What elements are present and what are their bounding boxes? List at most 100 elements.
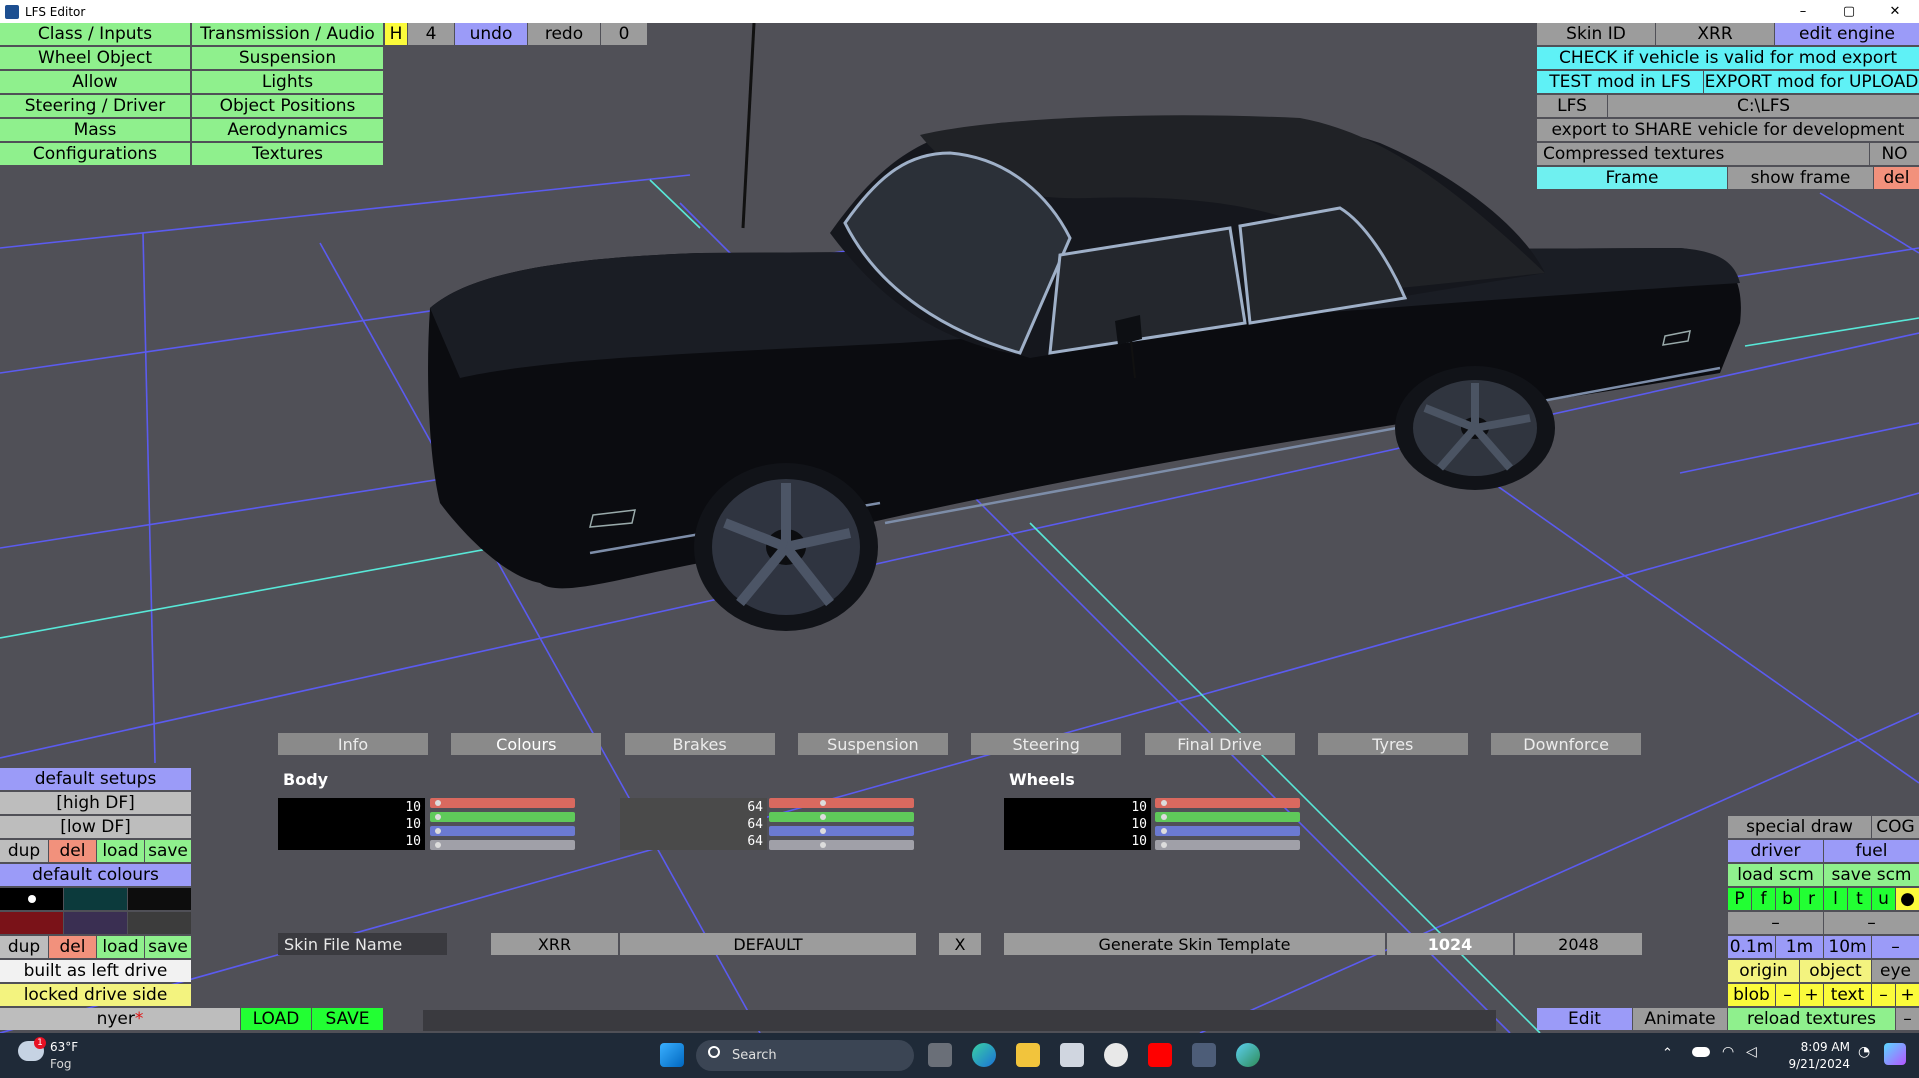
skin-file-name-field[interactable]: Skin File Name: [278, 933, 447, 955]
view-letter-dot[interactable]: ●: [1896, 888, 1919, 910]
clock-date[interactable]: 9/21/2024: [1766, 1057, 1850, 1071]
step-10m-button[interactable]: 10m: [1824, 936, 1871, 958]
special-draw-button[interactable]: special draw: [1728, 816, 1871, 838]
colour-slider[interactable]: [769, 812, 914, 822]
colour-slider[interactable]: [769, 798, 914, 808]
view-letter-r[interactable]: r: [1800, 888, 1823, 910]
colour-swatch[interactable]: [128, 912, 191, 934]
compressed-textures-label[interactable]: Compressed textures: [1537, 143, 1869, 165]
frame-button[interactable]: Frame: [1537, 167, 1727, 189]
colour-slider[interactable]: [430, 798, 575, 808]
menu-item-aerodynamics[interactable]: Aerodynamics: [192, 119, 383, 141]
slider-knob[interactable]: [1161, 800, 1167, 806]
menu-item-textures[interactable]: Textures: [192, 143, 383, 165]
setup-load-button[interactable]: load: [97, 840, 144, 862]
step-1m-button[interactable]: 1m: [1776, 936, 1823, 958]
view-letter-u[interactable]: u: [1872, 888, 1895, 910]
text-plus-button[interactable]: +: [1896, 984, 1919, 1006]
locked-drive-side-button[interactable]: locked drive side: [0, 984, 191, 1006]
minimize-button[interactable]: –: [1780, 0, 1826, 23]
origin-button[interactable]: origin: [1728, 960, 1799, 982]
text-button[interactable]: text: [1824, 984, 1871, 1006]
lfs-editor-taskbar-icon[interactable]: [1192, 1043, 1216, 1067]
cog-button[interactable]: COG: [1872, 816, 1919, 838]
low-df-setup[interactable]: [low DF]: [0, 816, 191, 838]
menu-item-suspension[interactable]: Suspension: [192, 47, 383, 69]
colour-load-button[interactable]: load: [97, 936, 144, 958]
resolution-1024-button[interactable]: 1024: [1387, 933, 1513, 955]
slider-knob[interactable]: [820, 814, 826, 820]
built-as-left-drive-button[interactable]: built as left drive: [0, 960, 191, 982]
reload-textures-button[interactable]: reload textures: [1728, 1008, 1895, 1030]
maximize-button[interactable]: ▢: [1826, 0, 1872, 23]
menu-item-lights[interactable]: Lights: [192, 71, 383, 93]
colour-slider[interactable]: [1155, 840, 1300, 850]
colour-slider[interactable]: [769, 826, 914, 836]
task-view-icon[interactable]: [928, 1043, 952, 1067]
slider-knob[interactable]: [820, 800, 826, 806]
skin-default-button[interactable]: DEFAULT: [620, 933, 916, 955]
slider-knob[interactable]: [1161, 814, 1167, 820]
colour-save-button[interactable]: save: [145, 936, 191, 958]
save-vehicle-button[interactable]: SAVE: [312, 1008, 383, 1030]
test-mod-button[interactable]: TEST mod in LFS: [1537, 71, 1703, 93]
slider-knob[interactable]: [1161, 842, 1167, 848]
zero-button[interactable]: 0: [601, 23, 647, 45]
setup-save-button[interactable]: save: [145, 840, 191, 862]
alien-app-icon[interactable]: [1104, 1043, 1128, 1067]
colour-slider[interactable]: [430, 812, 575, 822]
edit-engine-button[interactable]: edit engine: [1775, 23, 1919, 45]
redo-button[interactable]: redo: [528, 23, 600, 45]
notification-bell-icon[interactable]: ◔: [1858, 1044, 1870, 1060]
colour-slider[interactable]: [430, 840, 575, 850]
menu-item-wheel-object[interactable]: Wheel Object: [0, 47, 190, 69]
3d-viewport[interactable]: Class / Inputs Wheel Object Allow Steering …: [0, 23, 1919, 1033]
h-toggle[interactable]: H: [385, 23, 407, 45]
load-vehicle-button[interactable]: LOAD: [241, 1008, 311, 1030]
fuel-button[interactable]: fuel: [1824, 840, 1919, 862]
colour-swatch[interactable]: [64, 888, 127, 910]
step-0.1m-button[interactable]: 0.1m: [1728, 936, 1775, 958]
menu-item-object-positions[interactable]: Object Positions: [192, 95, 383, 117]
export-share-button[interactable]: export to SHARE vehicle for development: [1537, 119, 1919, 141]
browser-icon[interactable]: [1236, 1043, 1260, 1067]
menu-item-allow[interactable]: Allow: [0, 71, 190, 93]
menu-item-configurations[interactable]: Configurations: [0, 143, 190, 165]
file-explorer-icon[interactable]: [1016, 1043, 1040, 1067]
view-letter-l[interactable]: l: [1824, 888, 1847, 910]
high-df-setup[interactable]: [high DF]: [0, 792, 191, 814]
text-minus-button[interactable]: –: [1872, 984, 1895, 1006]
slider-knob[interactable]: [435, 814, 441, 820]
skin-xrr-button[interactable]: XRR: [491, 933, 618, 955]
animate-mode-button[interactable]: Animate: [1633, 1008, 1727, 1030]
object-button[interactable]: object: [1800, 960, 1871, 982]
colour-slider[interactable]: [430, 826, 575, 836]
tab-final-drive[interactable]: Final Drive: [1144, 733, 1295, 755]
onedrive-icon[interactable]: [1692, 1047, 1710, 1057]
edit-mode-button[interactable]: Edit: [1537, 1008, 1632, 1030]
tab-colours[interactable]: Colours: [451, 733, 602, 755]
save-scm-button[interactable]: save scm: [1824, 864, 1919, 886]
driver-button[interactable]: driver: [1728, 840, 1823, 862]
menu-item-mass[interactable]: Mass: [0, 119, 190, 141]
youtube-icon[interactable]: [1148, 1043, 1172, 1067]
view-letter-b[interactable]: b: [1776, 888, 1799, 910]
tab-brakes[interactable]: Brakes: [624, 733, 775, 755]
minus-right-button[interactable]: –: [1824, 912, 1919, 934]
colour-swatch[interactable]: [0, 888, 63, 910]
counter-value[interactable]: 4: [408, 23, 454, 45]
export-mod-button[interactable]: EXPORT mod for UPLOAD: [1704, 71, 1919, 93]
step-minus-button[interactable]: –: [1872, 936, 1919, 958]
tab-downforce[interactable]: Downforce: [1491, 733, 1642, 755]
setup-del-button[interactable]: del: [49, 840, 96, 862]
reload-minus-button[interactable]: –: [1896, 1008, 1919, 1030]
taskbar-search[interactable]: Search: [696, 1040, 914, 1071]
generate-skin-template-button[interactable]: Generate Skin Template: [1004, 933, 1385, 955]
colour-swatch[interactable]: [64, 912, 127, 934]
menu-item-steering-driver[interactable]: Steering / Driver: [0, 95, 190, 117]
edge-icon[interactable]: [972, 1043, 996, 1067]
colour-slider[interactable]: [1155, 826, 1300, 836]
minus-left-button[interactable]: –: [1728, 912, 1823, 934]
default-colours-button[interactable]: default colours: [0, 864, 191, 886]
slider-knob[interactable]: [435, 800, 441, 806]
